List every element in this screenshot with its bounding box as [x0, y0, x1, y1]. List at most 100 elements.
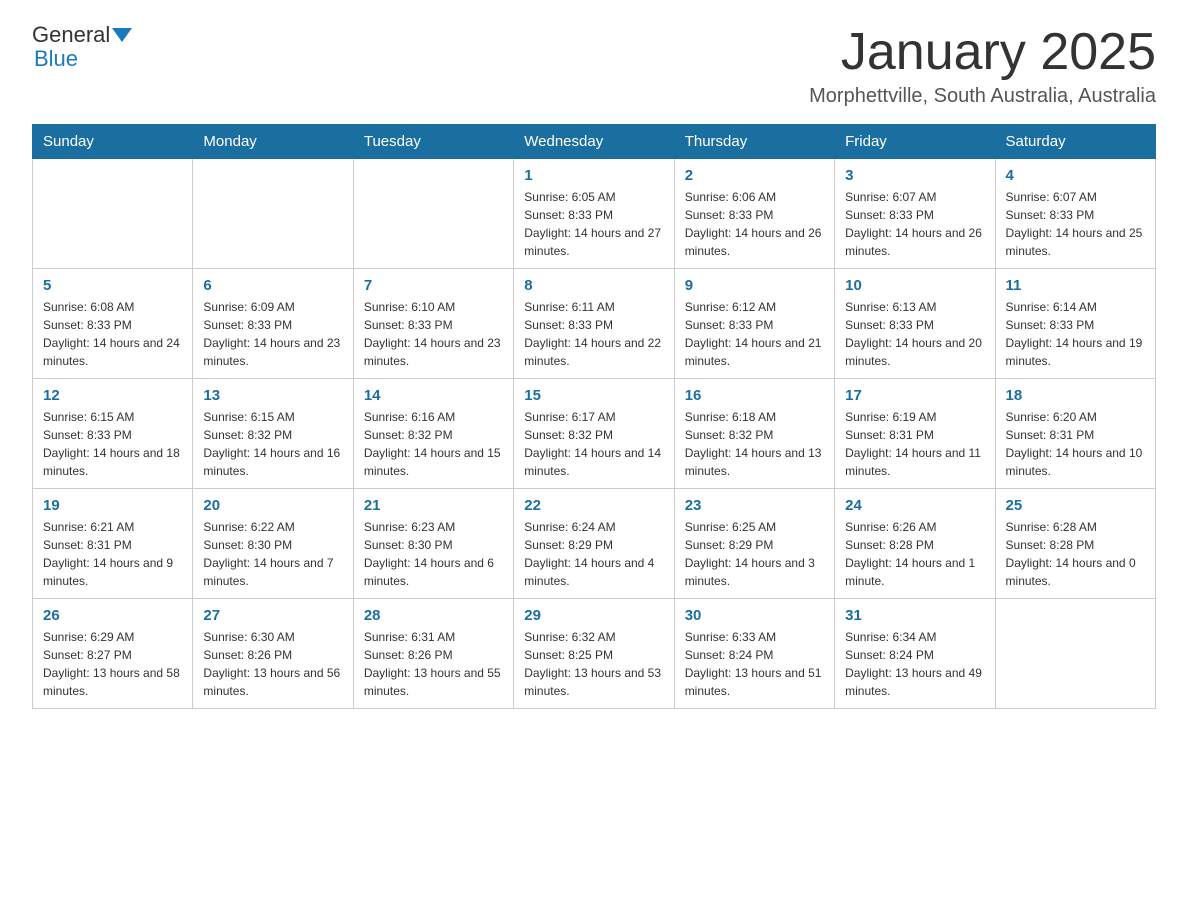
calendar-day-cell: [353, 159, 513, 269]
day-number: 6: [203, 277, 342, 294]
day-number: 24: [845, 497, 984, 514]
day-info: Sunrise: 6:11 AM Sunset: 8:33 PM Dayligh…: [524, 298, 663, 370]
calendar-day-cell: 10 Sunrise: 6:13 AM Sunset: 8:33 PM Dayli…: [835, 269, 995, 379]
calendar-week-row: 12 Sunrise: 6:15 AM Sunset: 8:33 PM Dayli…: [33, 379, 1156, 489]
day-number: 11: [1006, 277, 1145, 294]
calendar-day-cell: 30Sunrise: 6:33 AM Sunset: 8:24 PM Dayli…: [674, 599, 834, 709]
logo-blue-text: Blue: [34, 46, 78, 72]
day-info: Sunrise: 6:29 AM Sunset: 8:27 PM Dayligh…: [43, 628, 182, 700]
page-header: General Blue January 2025 Morphettville,…: [32, 24, 1156, 108]
calendar-day-cell: 19 Sunrise: 6:21 AM Sunset: 8:31 PM Dayli…: [33, 489, 193, 599]
day-info: Sunrise: 6:14 AM Sunset: 8:33 PM Dayligh…: [1006, 298, 1145, 370]
location: Morphettville, South Australia, Australi…: [809, 85, 1156, 108]
calendar-day-cell: 25 Sunrise: 6:28 AM Sunset: 8:28 PM Dayli…: [995, 489, 1155, 599]
calendar-day-cell: 13 Sunrise: 6:15 AM Sunset: 8:32 PM Dayli…: [193, 379, 353, 489]
calendar-day-cell: 12 Sunrise: 6:15 AM Sunset: 8:33 PM Dayli…: [33, 379, 193, 489]
day-info: Sunrise: 6:09 AM Sunset: 8:33 PM Dayligh…: [203, 298, 342, 370]
calendar-day-cell: 31 Sunrise: 6:34 AM Sunset: 8:24 PM Dayli…: [835, 599, 995, 709]
calendar-day-cell: 2 Sunrise: 6:06 AM Sunset: 8:33 PM Daylig…: [674, 159, 834, 269]
day-number: 30: [685, 607, 824, 624]
calendar-day-cell: 18 Sunrise: 6:20 AM Sunset: 8:31 PM Dayli…: [995, 379, 1155, 489]
day-info: Sunrise: 6:34 AM Sunset: 8:24 PM Dayligh…: [845, 628, 984, 700]
day-of-week-header: Friday: [835, 125, 995, 159]
day-info: Sunrise: 6:26 AM Sunset: 8:28 PM Dayligh…: [845, 518, 984, 590]
calendar-day-cell: 23 Sunrise: 6:25 AM Sunset: 8:29 PM Dayli…: [674, 489, 834, 599]
day-number: 1: [524, 167, 663, 184]
day-number: 12: [43, 387, 182, 404]
day-info: Sunrise: 6:25 AM Sunset: 8:29 PM Dayligh…: [685, 518, 824, 590]
day-info: Sunrise: 6:32 AM Sunset: 8:25 PM Dayligh…: [524, 628, 663, 700]
day-number: 23: [685, 497, 824, 514]
calendar-header-row: SundayMondayTuesdayWednesdayThursdayFrid…: [33, 125, 1156, 159]
calendar-day-cell: 21Sunrise: 6:23 AM Sunset: 8:30 PM Dayli…: [353, 489, 513, 599]
calendar-day-cell: 5Sunrise: 6:08 AM Sunset: 8:33 PM Daylig…: [33, 269, 193, 379]
calendar-day-cell: 24 Sunrise: 6:26 AM Sunset: 8:28 PM Dayli…: [835, 489, 995, 599]
calendar-week-row: 19 Sunrise: 6:21 AM Sunset: 8:31 PM Dayli…: [33, 489, 1156, 599]
day-of-week-header: Monday: [193, 125, 353, 159]
logo-general-text: General: [32, 24, 110, 46]
day-of-week-header: Saturday: [995, 125, 1155, 159]
day-info: Sunrise: 6:23 AM Sunset: 8:30 PM Dayligh…: [364, 518, 503, 590]
day-of-week-header: Sunday: [33, 125, 193, 159]
day-number: 31: [845, 607, 984, 624]
day-info: Sunrise: 6:20 AM Sunset: 8:31 PM Dayligh…: [1006, 408, 1145, 480]
day-number: 19: [43, 497, 182, 514]
calendar-day-cell: [33, 159, 193, 269]
calendar-day-cell: 8 Sunrise: 6:11 AM Sunset: 8:33 PM Daylig…: [514, 269, 674, 379]
day-number: 15: [524, 387, 663, 404]
calendar-day-cell: 22Sunrise: 6:24 AM Sunset: 8:29 PM Dayli…: [514, 489, 674, 599]
calendar-day-cell: 1Sunrise: 6:05 AM Sunset: 8:33 PM Daylig…: [514, 159, 674, 269]
day-info: Sunrise: 6:15 AM Sunset: 8:32 PM Dayligh…: [203, 408, 342, 480]
day-number: 18: [1006, 387, 1145, 404]
logo: General Blue: [32, 24, 134, 72]
day-number: 5: [43, 277, 182, 294]
day-info: Sunrise: 6:22 AM Sunset: 8:30 PM Dayligh…: [203, 518, 342, 590]
day-number: 3: [845, 167, 984, 184]
calendar-day-cell: 16Sunrise: 6:18 AM Sunset: 8:32 PM Dayli…: [674, 379, 834, 489]
day-of-week-header: Thursday: [674, 125, 834, 159]
day-info: Sunrise: 6:06 AM Sunset: 8:33 PM Dayligh…: [685, 188, 824, 260]
calendar-day-cell: 11 Sunrise: 6:14 AM Sunset: 8:33 PM Dayli…: [995, 269, 1155, 379]
day-number: 20: [203, 497, 342, 514]
day-info: Sunrise: 6:24 AM Sunset: 8:29 PM Dayligh…: [524, 518, 663, 590]
day-number: 29: [524, 607, 663, 624]
calendar-day-cell: 27Sunrise: 6:30 AM Sunset: 8:26 PM Dayli…: [193, 599, 353, 709]
day-info: Sunrise: 6:21 AM Sunset: 8:31 PM Dayligh…: [43, 518, 182, 590]
calendar-day-cell: 9 Sunrise: 6:12 AM Sunset: 8:33 PM Daylig…: [674, 269, 834, 379]
calendar-day-cell: [995, 599, 1155, 709]
calendar-day-cell: 28Sunrise: 6:31 AM Sunset: 8:26 PM Dayli…: [353, 599, 513, 709]
calendar-day-cell: 26 Sunrise: 6:29 AM Sunset: 8:27 PM Dayli…: [33, 599, 193, 709]
day-number: 25: [1006, 497, 1145, 514]
calendar-week-row: 5Sunrise: 6:08 AM Sunset: 8:33 PM Daylig…: [33, 269, 1156, 379]
day-info: Sunrise: 6:30 AM Sunset: 8:26 PM Dayligh…: [203, 628, 342, 700]
day-of-week-header: Wednesday: [514, 125, 674, 159]
day-info: Sunrise: 6:10 AM Sunset: 8:33 PM Dayligh…: [364, 298, 503, 370]
calendar-day-cell: 29 Sunrise: 6:32 AM Sunset: 8:25 PM Dayli…: [514, 599, 674, 709]
day-number: 4: [1006, 167, 1145, 184]
calendar-table: SundayMondayTuesdayWednesdayThursdayFrid…: [32, 124, 1156, 709]
title-section: January 2025 Morphettville, South Austra…: [809, 24, 1156, 108]
day-info: Sunrise: 6:31 AM Sunset: 8:26 PM Dayligh…: [364, 628, 503, 700]
day-of-week-header: Tuesday: [353, 125, 513, 159]
day-number: 26: [43, 607, 182, 624]
day-number: 13: [203, 387, 342, 404]
day-info: Sunrise: 6:15 AM Sunset: 8:33 PM Dayligh…: [43, 408, 182, 480]
day-info: Sunrise: 6:13 AM Sunset: 8:33 PM Dayligh…: [845, 298, 984, 370]
day-number: 2: [685, 167, 824, 184]
day-number: 10: [845, 277, 984, 294]
day-number: 8: [524, 277, 663, 294]
calendar-day-cell: 17Sunrise: 6:19 AM Sunset: 8:31 PM Dayli…: [835, 379, 995, 489]
calendar-day-cell: 20 Sunrise: 6:22 AM Sunset: 8:30 PM Dayli…: [193, 489, 353, 599]
day-number: 16: [685, 387, 824, 404]
calendar-day-cell: 15 Sunrise: 6:17 AM Sunset: 8:32 PM Dayli…: [514, 379, 674, 489]
day-number: 9: [685, 277, 824, 294]
day-number: 14: [364, 387, 503, 404]
day-number: 7: [364, 277, 503, 294]
day-info: Sunrise: 6:07 AM Sunset: 8:33 PM Dayligh…: [845, 188, 984, 260]
day-info: Sunrise: 6:12 AM Sunset: 8:33 PM Dayligh…: [685, 298, 824, 370]
calendar-day-cell: 6 Sunrise: 6:09 AM Sunset: 8:33 PM Daylig…: [193, 269, 353, 379]
day-info: Sunrise: 6:28 AM Sunset: 8:28 PM Dayligh…: [1006, 518, 1145, 590]
day-info: Sunrise: 6:16 AM Sunset: 8:32 PM Dayligh…: [364, 408, 503, 480]
calendar-day-cell: 7 Sunrise: 6:10 AM Sunset: 8:33 PM Daylig…: [353, 269, 513, 379]
day-info: Sunrise: 6:17 AM Sunset: 8:32 PM Dayligh…: [524, 408, 663, 480]
